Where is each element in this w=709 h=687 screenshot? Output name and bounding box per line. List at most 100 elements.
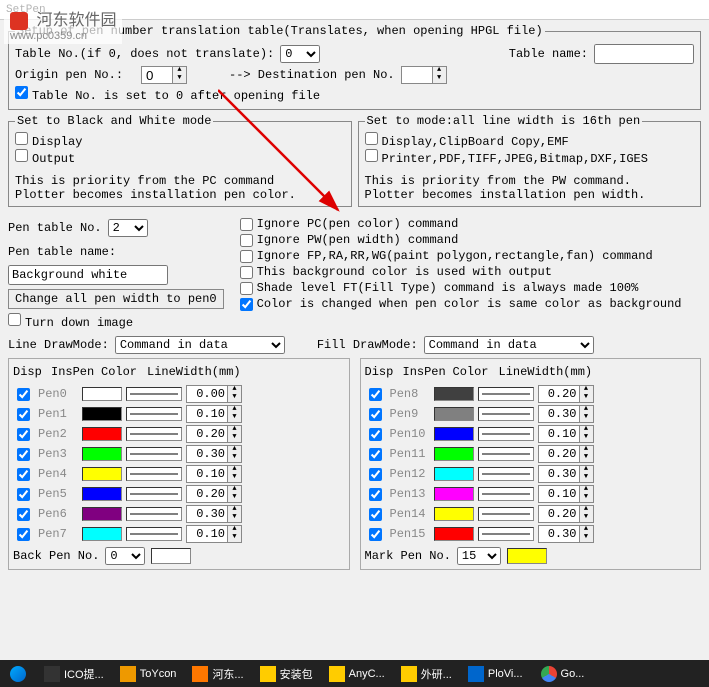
ignore-pc-check[interactable] (240, 218, 253, 231)
pen-disp-check[interactable] (17, 508, 30, 521)
pen-width-input[interactable] (539, 487, 579, 501)
pen-width-input[interactable] (187, 467, 227, 481)
pen-disp-check[interactable] (369, 508, 382, 521)
pen-width-input[interactable] (539, 407, 579, 421)
pen-width-input[interactable] (539, 467, 579, 481)
pen-disp-check[interactable] (369, 488, 382, 501)
pen-disp-check[interactable] (369, 408, 382, 421)
pen-width-spinner[interactable]: ▲▼ (186, 445, 242, 463)
taskbar-item[interactable]: ToYcon (112, 660, 185, 687)
pen-width-input[interactable] (539, 387, 579, 401)
pen-line-preview[interactable] (126, 427, 182, 441)
pen-width-input[interactable] (539, 427, 579, 441)
turn-down-check[interactable] (8, 313, 21, 326)
back-pen-color[interactable] (151, 548, 191, 564)
pen-disp-check[interactable] (17, 448, 30, 461)
pen-line-preview[interactable] (126, 527, 182, 541)
pen-disp-check[interactable] (17, 408, 30, 421)
mode-opt1-label[interactable]: Display,ClipBoard Copy,EMF (365, 135, 569, 149)
pen-width-spinner[interactable]: ▲▼ (186, 425, 242, 443)
pen-width-input[interactable] (539, 507, 579, 521)
pen-width-input[interactable] (187, 507, 227, 521)
spinner-down-icon[interactable]: ▼ (227, 534, 241, 542)
spinner-down-icon[interactable]: ▼ (172, 75, 186, 83)
pen-line-preview[interactable] (478, 467, 534, 481)
spinner-down-icon[interactable]: ▼ (579, 474, 593, 482)
bg-output-label[interactable]: This background color is used with outpu… (240, 265, 682, 279)
pen-width-spinner[interactable]: ▲▼ (186, 525, 242, 543)
ignore-pw-check[interactable] (240, 234, 253, 247)
ignore-fp-label[interactable]: Ignore FP,RA,RR,WG(paint polygon,rectang… (240, 249, 682, 263)
pen-color-box[interactable] (434, 507, 474, 521)
pen-width-spinner[interactable]: ▲▼ (538, 425, 594, 443)
pen-width-spinner[interactable]: ▲▼ (538, 385, 594, 403)
pen-width-spinner[interactable]: ▲▼ (186, 405, 242, 423)
change-all-width-button[interactable]: Change all pen width to pen0 (8, 289, 224, 309)
spinner-down-icon[interactable]: ▼ (579, 514, 593, 522)
pen-width-spinner[interactable]: ▲▼ (538, 525, 594, 543)
taskbar-item[interactable]: 河东... (184, 660, 251, 687)
pen-line-preview[interactable] (126, 487, 182, 501)
pen-width-input[interactable] (187, 387, 227, 401)
pen-color-box[interactable] (434, 407, 474, 421)
pen-disp-check[interactable] (17, 388, 30, 401)
dest-pen-input[interactable] (402, 68, 432, 83)
pen-width-input[interactable] (539, 447, 579, 461)
mark-pen-color[interactable] (507, 548, 547, 564)
spinner-down-icon[interactable]: ▼ (227, 474, 241, 482)
mark-pen-select[interactable]: 15 (457, 547, 501, 565)
taskbar-item[interactable]: PloVi... (460, 660, 531, 687)
pen-disp-check[interactable] (17, 488, 30, 501)
color-change-label[interactable]: Color is changed when pen color is same … (240, 297, 682, 311)
pen-disp-check[interactable] (17, 528, 30, 541)
pen-line-preview[interactable] (478, 527, 534, 541)
pen-width-spinner[interactable]: ▲▼ (538, 505, 594, 523)
taskbar-item[interactable]: 安装包 (252, 660, 321, 687)
taskbar-item[interactable]: 外研... (393, 660, 460, 687)
spinner-down-icon[interactable]: ▼ (227, 394, 241, 402)
pen-color-box[interactable] (434, 447, 474, 461)
spinner-down-icon[interactable]: ▼ (579, 534, 593, 542)
pen-width-input[interactable] (187, 427, 227, 441)
bw-display-check[interactable] (15, 132, 28, 145)
mode-opt2-label[interactable]: Printer,PDF,TIFF,JPEG,Bitmap,DXF,IGES (365, 152, 648, 166)
fill-drawmode-select[interactable]: Command in data (424, 336, 594, 354)
reset-check-label[interactable]: Table No. is set to 0 after opening file (15, 86, 320, 103)
pen-line-preview[interactable] (126, 447, 182, 461)
pen-color-box[interactable] (434, 467, 474, 481)
pen-color-box[interactable] (82, 407, 122, 421)
back-pen-select[interactable]: 0 (105, 547, 145, 565)
spinner-down-icon[interactable]: ▼ (579, 414, 593, 422)
pen-disp-check[interactable] (369, 448, 382, 461)
pen-line-preview[interactable] (478, 487, 534, 501)
pen-width-spinner[interactable]: ▲▼ (538, 405, 594, 423)
pen-color-box[interactable] (82, 467, 122, 481)
pen-color-box[interactable] (434, 527, 474, 541)
pen-line-preview[interactable] (478, 387, 534, 401)
reset-checkbox[interactable] (15, 86, 28, 99)
ignore-fp-check[interactable] (240, 250, 253, 263)
pen-color-box[interactable] (434, 427, 474, 441)
pen-color-box[interactable] (82, 527, 122, 541)
pen-width-input[interactable] (187, 487, 227, 501)
table-no-select[interactable]: 0 (280, 45, 320, 63)
mode-opt2-check[interactable] (365, 149, 378, 162)
pen-disp-check[interactable] (369, 388, 382, 401)
pen-width-spinner[interactable]: ▲▼ (186, 385, 242, 403)
pen-color-box[interactable] (434, 487, 474, 501)
bw-output-check[interactable] (15, 149, 28, 162)
pen-line-preview[interactable] (478, 507, 534, 521)
pen-width-input[interactable] (187, 527, 227, 541)
pen-table-no-select[interactable]: 2 (108, 219, 148, 237)
spinner-down-icon[interactable]: ▼ (579, 494, 593, 502)
taskbar-chrome[interactable]: Go... (533, 660, 593, 687)
pen-width-spinner[interactable]: ▲▼ (538, 445, 594, 463)
taskbar-edge[interactable] (2, 660, 34, 687)
pen-line-preview[interactable] (126, 407, 182, 421)
pen-width-input[interactable] (187, 407, 227, 421)
pen-disp-check[interactable] (17, 428, 30, 441)
taskbar-item[interactable]: AnyC... (321, 660, 393, 687)
spinner-down-icon[interactable]: ▼ (579, 394, 593, 402)
pen-color-box[interactable] (82, 387, 122, 401)
spinner-down-icon[interactable]: ▼ (227, 434, 241, 442)
